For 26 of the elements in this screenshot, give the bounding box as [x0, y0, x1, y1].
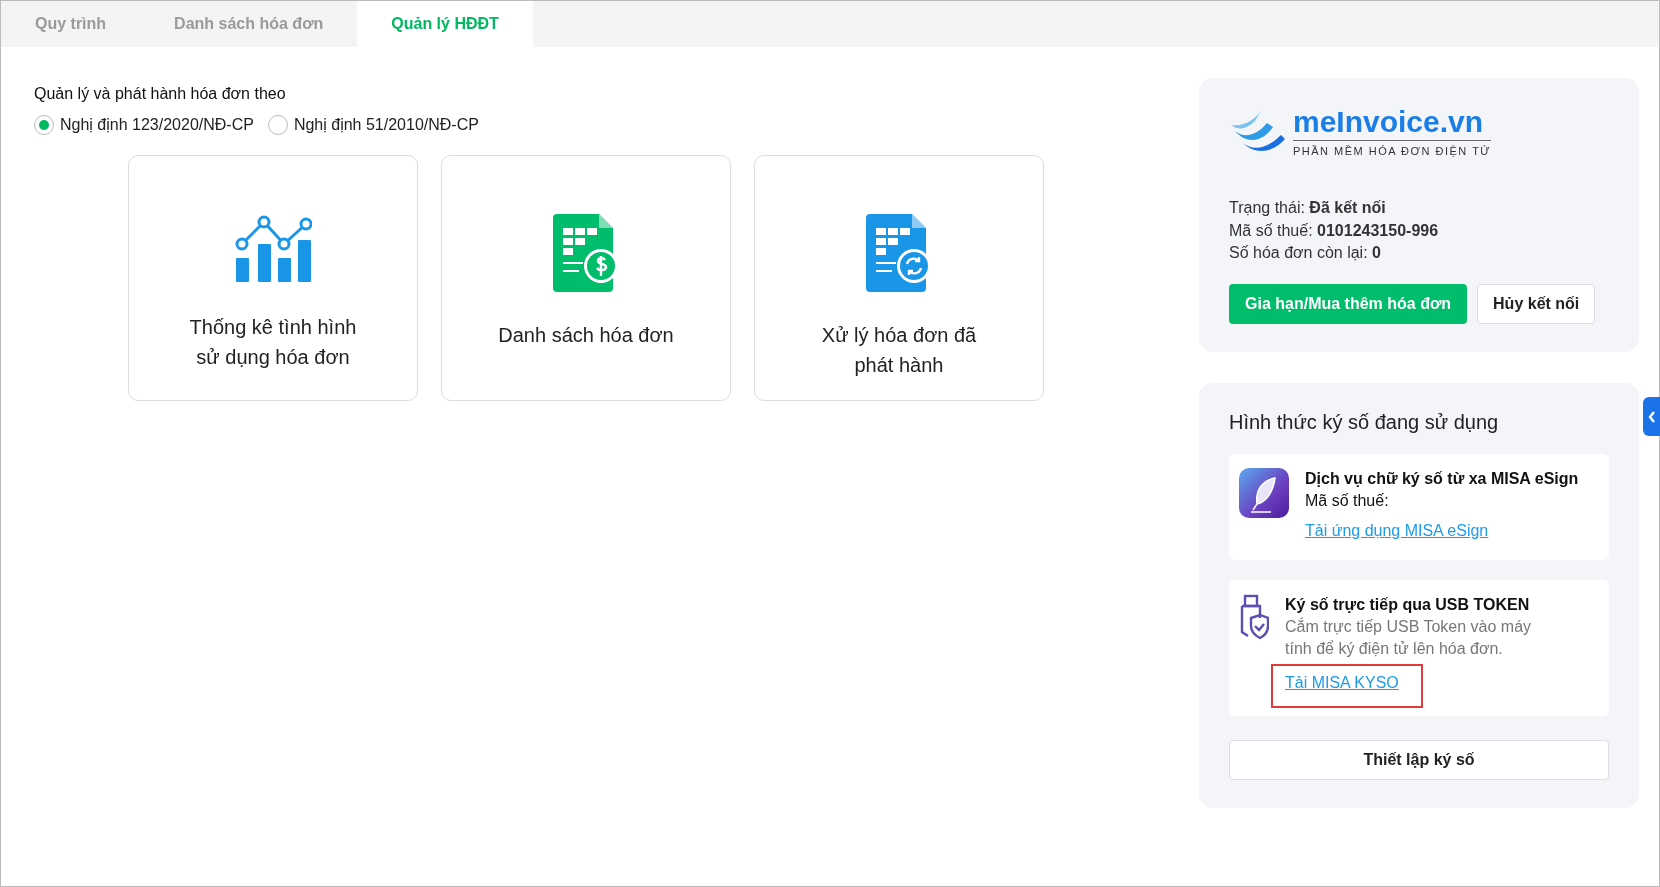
usb-shield-icon — [1239, 593, 1269, 640]
section-heading: Quản lý và phát hành hóa đơn theo — [34, 85, 287, 103]
collapse-button[interactable] — [1643, 397, 1660, 436]
chevron-left-icon — [1647, 410, 1656, 423]
method-subtitle: Mã số thuế: — [1305, 490, 1390, 511]
disconnect-button[interactable]: Hủy kết nối — [1477, 283, 1596, 324]
setup-button[interactable]: Thiết lập ký số — [1229, 739, 1609, 780]
logo-name: meInvoice.vn — [1293, 106, 1492, 141]
info-line: Số hóa đơn còn lại: 0 — [1229, 243, 1382, 263]
radio-option[interactable]: Nghị định 123/2020/NĐ-CP — [34, 115, 254, 135]
logo-tagline: PHẦN MỀM HÓA ĐƠN ĐIỆN TỬ — [1293, 145, 1492, 157]
panel-title: Hình thức ký số đang sử dụng — [1229, 410, 1500, 434]
radio-option[interactable]: Nghị định 51/2010/NĐ-CP — [267, 115, 479, 135]
method-description: Cắm trực tiếp USB Token vào máy tính để ký điện tử lên hóa đơn. — [1285, 616, 1533, 659]
chart-icon — [234, 214, 312, 284]
info-line: Mã số thuế: 0101243150-996 — [1229, 220, 1440, 241]
feather-app-icon — [1239, 467, 1289, 518]
feature-card[interactable]: Thống kê tình hình sử dụng hóa đơn — [128, 155, 418, 401]
card-label: Thống kê tình hình sử dụng hóa đơn — [188, 315, 358, 370]
info-line: Trạng thái: Đã kết nối — [1229, 198, 1387, 218]
feature-card[interactable]: Xử lý hóa đơn đã phát hành — [754, 155, 1044, 401]
method-title: Ký số trực tiếp qua USB TOKEN — [1285, 594, 1531, 615]
card-label: Danh sách hóa đơn — [497, 323, 675, 348]
card-label: Xử lý hóa đơn đã phát hành — [820, 323, 978, 378]
method-title: Dịch vụ chữ ký số từ xa MISA eSign — [1305, 468, 1579, 489]
feature-card[interactable]: Danh sách hóa đơn — [441, 155, 731, 401]
